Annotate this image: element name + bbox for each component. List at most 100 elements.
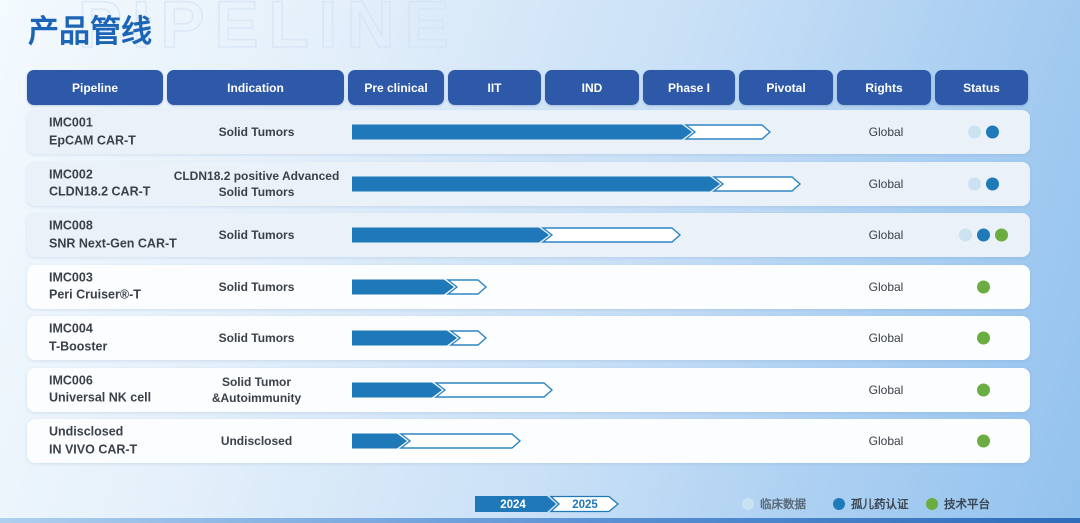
pipeline-product: IN VIVO CAR-T — [49, 441, 137, 459]
status-dots — [937, 383, 1030, 396]
platform-status-dot-icon — [977, 332, 990, 345]
pipeline-row: IMC002 CLDN18.2 CAR-T CLDN18.2 positive … — [27, 162, 1030, 206]
indication-label: Solid Tumors — [168, 330, 345, 346]
column-header-status: Status — [935, 70, 1028, 105]
rights-label: Global — [839, 228, 933, 242]
platform-status-dot-icon — [977, 383, 990, 396]
pipeline-product: Peri Cruiser®-T — [49, 287, 141, 305]
rights-label: Global — [839, 383, 933, 397]
rights-label: Global — [839, 434, 933, 448]
progress-arrow-svg — [352, 433, 522, 450]
column-header-ind: IND — [545, 70, 639, 105]
indication-label: Solid Tumor &Autoimmunity — [168, 373, 345, 405]
column-header-pivotal: Pivotal — [739, 70, 833, 105]
column-header-pipeline: Pipeline — [27, 70, 163, 105]
pipeline-code: IMC002 — [49, 166, 150, 184]
pipeline-row: IMC001 EpCAM CAR-T Solid Tumors Global — [27, 110, 1030, 154]
pipeline-row: IMC006 Universal NK cell Solid Tumor &Au… — [27, 368, 1030, 412]
pipeline-code: IMC006 — [49, 372, 151, 390]
clinical-status-dot-icon — [968, 177, 981, 190]
orphan-status-dot-icon — [977, 229, 990, 242]
legend-item-tech-platform: 技术平台 — [926, 496, 990, 512]
progress-arrow — [352, 227, 682, 244]
status-dots — [937, 435, 1030, 448]
column-header-phase1: Phase I — [643, 70, 735, 105]
pipeline-name: IMC001 EpCAM CAR-T — [49, 115, 136, 150]
pipeline-product: Universal NK cell — [49, 390, 151, 408]
pipeline-product: EpCAM CAR-T — [49, 132, 136, 150]
pipeline-rows: IMC001 EpCAM CAR-T Solid Tumors Global I… — [27, 110, 1030, 471]
rights-label: Global — [839, 331, 933, 345]
status-dots — [937, 332, 1030, 345]
pipeline-product: SNR Next-Gen CAR-T — [49, 235, 177, 253]
year-legend: 2024 2025 — [475, 495, 625, 513]
pipeline-name: IMC008 SNR Next-Gen CAR-T — [49, 218, 177, 253]
indication-label: Solid Tumors — [168, 278, 345, 294]
pipeline-product: T-Booster — [49, 338, 107, 356]
pipeline-row: IMC008 SNR Next-Gen CAR-T Solid Tumors G… — [27, 213, 1030, 257]
legend-label-clinical: 临床数据 — [760, 496, 806, 512]
year-arrows: 2024 2025 — [475, 495, 625, 513]
page-title: 产品管线 — [28, 6, 152, 51]
progress-arrow — [352, 124, 772, 141]
indication-label: Solid Tumors — [168, 227, 345, 243]
pipeline-row: Undisclosed IN VIVO CAR-T Undisclosed Gl… — [27, 419, 1030, 463]
clinical-status-dot-icon — [959, 229, 972, 242]
pipeline-code: IMC008 — [49, 218, 177, 236]
tech-platform-dot-icon — [926, 498, 938, 510]
bottom-accent-bar — [0, 518, 1080, 523]
platform-status-dot-icon — [977, 435, 990, 448]
year-filled-label: 2024 — [500, 499, 526, 511]
pipeline-code: Undisclosed — [49, 424, 137, 442]
platform-status-dot-icon — [995, 229, 1008, 242]
pipeline-name: IMC004 T-Booster — [49, 321, 107, 356]
indication-label: CLDN18.2 positive Advanced Solid Tumors — [168, 167, 345, 199]
rights-label: Global — [839, 125, 933, 139]
column-header-rights: Rights — [837, 70, 931, 105]
progress-arrow-svg — [352, 278, 488, 295]
pipeline-code: IMC001 — [49, 115, 136, 133]
clinical-data-dot-icon — [742, 498, 754, 510]
platform-status-dot-icon — [977, 280, 990, 293]
progress-arrow — [352, 433, 522, 450]
orphan-status-dot-icon — [986, 177, 999, 190]
status-dots — [937, 280, 1030, 293]
pipeline-name: IMC006 Universal NK cell — [49, 372, 151, 407]
legend: 2024 2025 临床数据 孤儿药认证 技术平台 — [0, 493, 1080, 515]
rights-label: Global — [839, 177, 933, 191]
year-outline-label: 2025 — [572, 499, 598, 511]
pipeline-row: IMC003 Peri Cruiser®-T Solid Tumors Glob… — [27, 265, 1030, 309]
pipeline-code: IMC003 — [49, 269, 141, 287]
legend-item-clinical-data: 临床数据 — [742, 496, 806, 512]
status-dots — [937, 229, 1030, 242]
indication-label: Undisclosed — [168, 433, 345, 449]
column-header-indication: Indication — [167, 70, 344, 105]
progress-arrow — [352, 330, 488, 347]
pipeline-row: IMC004 T-Booster Solid Tumors Global — [27, 316, 1030, 360]
pipeline-slide: PIPELINE 产品管线 Pipeline Indication Pre cl… — [0, 0, 1080, 523]
rights-label: Global — [839, 280, 933, 294]
column-header-row: Pipeline Indication Pre clinical IIT IND… — [27, 70, 1030, 105]
legend-label-platform: 技术平台 — [944, 496, 990, 512]
pipeline-name: IMC003 Peri Cruiser®-T — [49, 269, 141, 304]
pipeline-code: IMC004 — [49, 321, 107, 339]
progress-arrow — [352, 175, 802, 192]
progress-arrow — [352, 278, 488, 295]
pipeline-name: IMC002 CLDN18.2 CAR-T — [49, 166, 150, 201]
orphan-drug-dot-icon — [833, 498, 845, 510]
column-header-iit: IIT — [448, 70, 541, 105]
clinical-status-dot-icon — [968, 126, 981, 139]
orphan-status-dot-icon — [986, 126, 999, 139]
pipeline-name: Undisclosed IN VIVO CAR-T — [49, 424, 137, 459]
status-dots — [937, 126, 1030, 139]
progress-arrow — [352, 381, 554, 398]
legend-item-orphan-drug: 孤儿药认证 — [833, 496, 909, 512]
legend-label-orphan: 孤儿药认证 — [851, 496, 909, 512]
progress-arrow-svg — [352, 381, 554, 398]
progress-arrow-svg — [352, 175, 802, 192]
indication-label: Solid Tumors — [168, 124, 345, 140]
column-header-preclinical: Pre clinical — [348, 70, 444, 105]
status-dots — [937, 177, 1030, 190]
pipeline-product: CLDN18.2 CAR-T — [49, 184, 150, 202]
progress-arrow-svg — [352, 330, 488, 347]
